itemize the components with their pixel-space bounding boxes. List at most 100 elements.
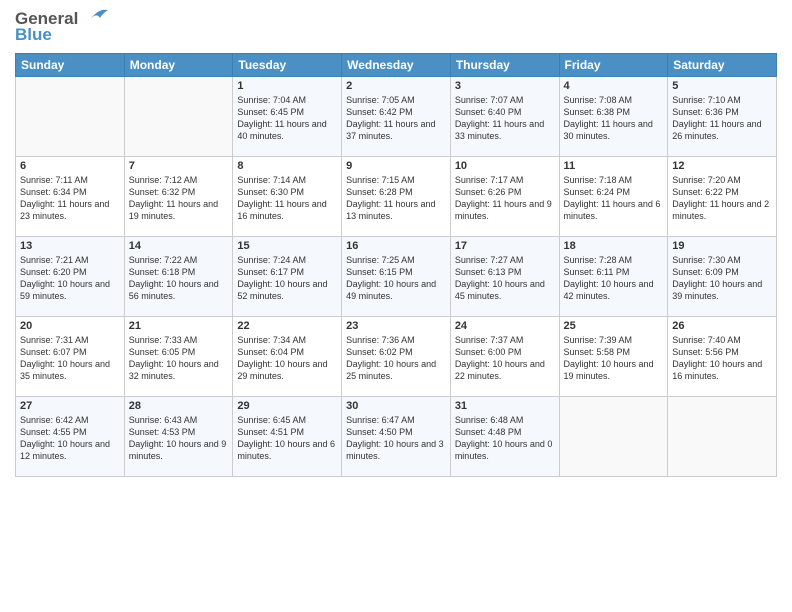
calendar-cell (668, 396, 777, 476)
cell-info: Sunrise: 7:40 AMSunset: 5:56 PMDaylight:… (672, 334, 772, 383)
day-number: 20 (20, 320, 120, 332)
calendar-cell (16, 76, 125, 156)
cell-info: Sunrise: 7:33 AMSunset: 6:05 PMDaylight:… (129, 334, 229, 383)
calendar-week-1: 1 Sunrise: 7:04 AMSunset: 6:45 PMDaylight… (16, 76, 777, 156)
day-number: 28 (129, 400, 229, 412)
cell-info: Sunrise: 6:47 AMSunset: 4:50 PMDaylight:… (346, 414, 446, 463)
cell-info: Sunrise: 6:43 AMSunset: 4:53 PMDaylight:… (129, 414, 229, 463)
day-number: 15 (237, 240, 337, 252)
calendar-week-5: 27 Sunrise: 6:42 AMSunset: 4:55 PMDayligh… (16, 396, 777, 476)
cell-info: Sunrise: 7:39 AMSunset: 5:58 PMDaylight:… (564, 334, 664, 383)
calendar-cell: 13 Sunrise: 7:21 AMSunset: 6:20 PMDayligh… (16, 236, 125, 316)
cell-info: Sunrise: 7:20 AMSunset: 6:22 PMDaylight:… (672, 174, 772, 223)
calendar-cell: 22 Sunrise: 7:34 AMSunset: 6:04 PMDayligh… (233, 316, 342, 396)
calendar-cell: 11 Sunrise: 7:18 AMSunset: 6:24 PMDayligh… (559, 156, 668, 236)
cell-info: Sunrise: 7:15 AMSunset: 6:28 PMDaylight:… (346, 174, 446, 223)
calendar-cell: 9 Sunrise: 7:15 AMSunset: 6:28 PMDaylight… (342, 156, 451, 236)
cell-info: Sunrise: 7:12 AMSunset: 6:32 PMDaylight:… (129, 174, 229, 223)
calendar-cell: 20Sunrise: 7:31 AMSunset: 6:07 PMDayligh… (16, 316, 125, 396)
cell-info: Sunrise: 7:04 AMSunset: 6:45 PMDaylight:… (237, 94, 337, 143)
calendar-cell: 14 Sunrise: 7:22 AMSunset: 6:18 PMDayligh… (124, 236, 233, 316)
cell-info: Sunrise: 6:42 AMSunset: 4:55 PMDaylight:… (20, 414, 120, 463)
day-number: 4 (564, 80, 664, 92)
day-number: 12 (672, 160, 772, 172)
calendar-table: SundayMondayTuesdayWednesdayThursdayFrid… (15, 53, 777, 477)
day-header-saturday: Saturday (668, 53, 777, 76)
calendar-cell: 5Sunrise: 7:10 AMSunset: 6:36 PMDaylight… (668, 76, 777, 156)
cell-info: Sunrise: 7:21 AMSunset: 6:20 PMDaylight:… (20, 254, 120, 303)
day-number: 25 (564, 320, 664, 332)
calendar-cell: 16 Sunrise: 7:25 AMSunset: 6:15 PMDayligh… (342, 236, 451, 316)
calendar-cell: 10 Sunrise: 7:17 AMSunset: 6:26 PMDayligh… (450, 156, 559, 236)
day-number: 30 (346, 400, 446, 412)
calendar-cell: 3Sunrise: 7:07 AMSunset: 6:40 PMDaylight… (450, 76, 559, 156)
calendar-week-4: 20Sunrise: 7:31 AMSunset: 6:07 PMDayligh… (16, 316, 777, 396)
cell-info: Sunrise: 7:25 AMSunset: 6:15 PMDaylight:… (346, 254, 446, 303)
cell-info: Sunrise: 7:36 AMSunset: 6:02 PMDaylight:… (346, 334, 446, 383)
day-number: 24 (455, 320, 555, 332)
cell-info: Sunrise: 7:07 AMSunset: 6:40 PMDaylight:… (455, 94, 555, 143)
calendar-cell (559, 396, 668, 476)
cell-info: Sunrise: 7:27 AMSunset: 6:13 PMDaylight:… (455, 254, 555, 303)
calendar-cell: 23 Sunrise: 7:36 AMSunset: 6:02 PMDayligh… (342, 316, 451, 396)
calendar-header-row: SundayMondayTuesdayWednesdayThursdayFrid… (16, 53, 777, 76)
calendar-cell: 7 Sunrise: 7:12 AMSunset: 6:32 PMDaylight… (124, 156, 233, 236)
day-number: 14 (129, 240, 229, 252)
day-number: 10 (455, 160, 555, 172)
calendar-cell: 28 Sunrise: 6:43 AMSunset: 4:53 PMDayligh… (124, 396, 233, 476)
day-header-friday: Friday (559, 53, 668, 76)
day-number: 8 (237, 160, 337, 172)
cell-info: Sunrise: 6:48 AMSunset: 4:48 PMDaylight:… (455, 414, 555, 463)
cell-info: Sunrise: 7:14 AMSunset: 6:30 PMDaylight:… (237, 174, 337, 223)
day-number: 23 (346, 320, 446, 332)
calendar-cell: 30 Sunrise: 6:47 AMSunset: 4:50 PMDayligh… (342, 396, 451, 476)
calendar-week-2: 6Sunrise: 7:11 AMSunset: 6:34 PMDaylight… (16, 156, 777, 236)
day-number: 7 (129, 160, 229, 172)
day-number: 29 (237, 400, 337, 412)
day-number: 2 (346, 80, 446, 92)
day-number: 18 (564, 240, 664, 252)
calendar-cell: 17 Sunrise: 7:27 AMSunset: 6:13 PMDayligh… (450, 236, 559, 316)
bird-icon (80, 6, 110, 28)
day-number: 22 (237, 320, 337, 332)
day-number: 5 (672, 80, 772, 92)
day-header-wednesday: Wednesday (342, 53, 451, 76)
cell-info: Sunrise: 7:11 AMSunset: 6:34 PMDaylight:… (20, 174, 120, 223)
calendar-cell: 29 Sunrise: 6:45 AMSunset: 4:51 PMDayligh… (233, 396, 342, 476)
calendar-cell: 26 Sunrise: 7:40 AMSunset: 5:56 PMDayligh… (668, 316, 777, 396)
cell-info: Sunrise: 7:28 AMSunset: 6:11 PMDaylight:… (564, 254, 664, 303)
calendar-cell: 25 Sunrise: 7:39 AMSunset: 5:58 PMDayligh… (559, 316, 668, 396)
calendar-cell: 8 Sunrise: 7:14 AMSunset: 6:30 PMDaylight… (233, 156, 342, 236)
day-header-sunday: Sunday (16, 53, 125, 76)
calendar-body: 1 Sunrise: 7:04 AMSunset: 6:45 PMDaylight… (16, 76, 777, 476)
cell-info: Sunrise: 6:45 AMSunset: 4:51 PMDaylight:… (237, 414, 337, 463)
calendar-cell: 27 Sunrise: 6:42 AMSunset: 4:55 PMDayligh… (16, 396, 125, 476)
calendar-cell: 1 Sunrise: 7:04 AMSunset: 6:45 PMDaylight… (233, 76, 342, 156)
calendar-cell: 15 Sunrise: 7:24 AMSunset: 6:17 PMDayligh… (233, 236, 342, 316)
day-header-tuesday: Tuesday (233, 53, 342, 76)
day-number: 21 (129, 320, 229, 332)
cell-info: Sunrise: 7:34 AMSunset: 6:04 PMDaylight:… (237, 334, 337, 383)
day-number: 26 (672, 320, 772, 332)
page-header: General Blue (15, 10, 777, 45)
day-number: 17 (455, 240, 555, 252)
day-number: 1 (237, 80, 337, 92)
day-number: 9 (346, 160, 446, 172)
calendar-cell: 18 Sunrise: 7:28 AMSunset: 6:11 PMDayligh… (559, 236, 668, 316)
calendar-cell: 12 Sunrise: 7:20 AMSunset: 6:22 PMDayligh… (668, 156, 777, 236)
day-header-monday: Monday (124, 53, 233, 76)
logo: General Blue (15, 10, 110, 45)
cell-info: Sunrise: 7:17 AMSunset: 6:26 PMDaylight:… (455, 174, 555, 223)
day-number: 27 (20, 400, 120, 412)
day-header-thursday: Thursday (450, 53, 559, 76)
cell-info: Sunrise: 7:30 AMSunset: 6:09 PMDaylight:… (672, 254, 772, 303)
cell-info: Sunrise: 7:37 AMSunset: 6:00 PMDaylight:… (455, 334, 555, 383)
day-number: 13 (20, 240, 120, 252)
cell-info: Sunrise: 7:24 AMSunset: 6:17 PMDaylight:… (237, 254, 337, 303)
day-number: 19 (672, 240, 772, 252)
day-number: 11 (564, 160, 664, 172)
day-number: 31 (455, 400, 555, 412)
cell-info: Sunrise: 7:22 AMSunset: 6:18 PMDaylight:… (129, 254, 229, 303)
day-number: 16 (346, 240, 446, 252)
cell-info: Sunrise: 7:18 AMSunset: 6:24 PMDaylight:… (564, 174, 664, 223)
